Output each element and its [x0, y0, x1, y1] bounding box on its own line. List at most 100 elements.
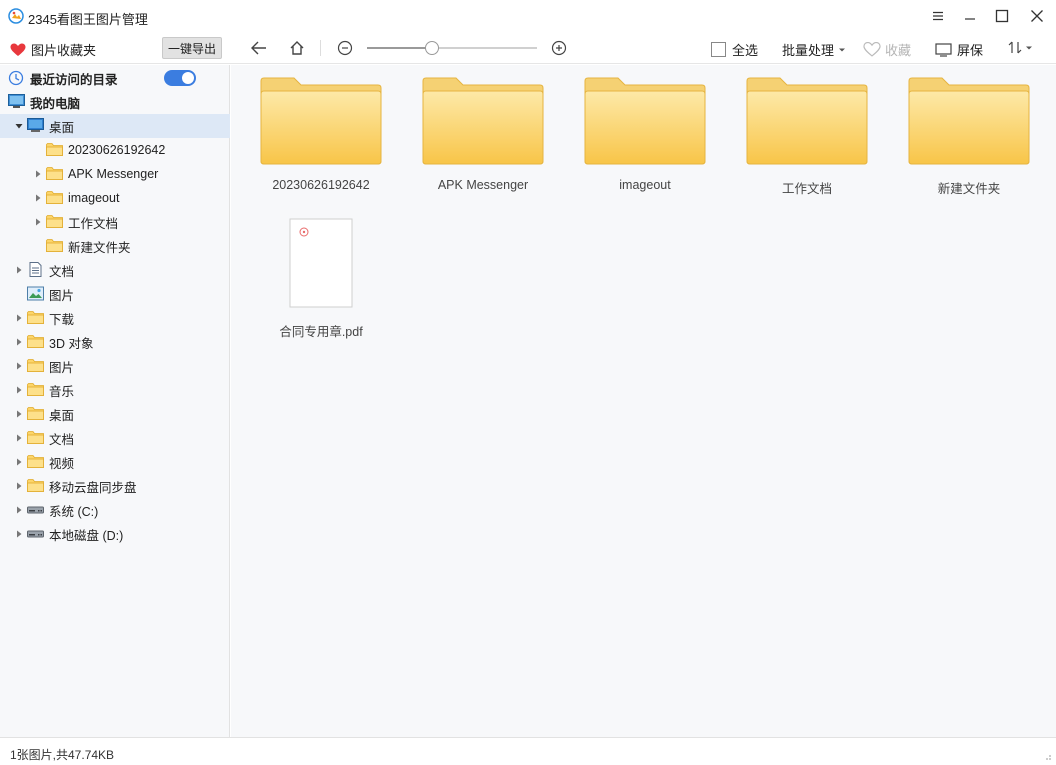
- folder-item[interactable]: 20230626192642: [251, 65, 391, 195]
- zoom-slider[interactable]: [367, 41, 537, 55]
- sidebar-item[interactable]: 桌面: [0, 114, 230, 138]
- folder-icon: [46, 214, 63, 229]
- sidebar-item[interactable]: 3D 对象: [0, 330, 230, 354]
- large-folder-icon: [737, 65, 877, 165]
- collect-label: 收藏: [885, 43, 912, 58]
- select-all-label: 全选: [732, 43, 759, 58]
- menu-button[interactable]: [921, 0, 955, 32]
- drive-icon: [27, 526, 44, 541]
- export-button[interactable]: 一键导出: [162, 37, 222, 59]
- caret-collapsed-icon[interactable]: [15, 434, 23, 442]
- sidebar-item-label: 音乐: [49, 384, 75, 399]
- maximize-button[interactable]: [985, 0, 1019, 32]
- caret-collapsed-icon[interactable]: [34, 170, 42, 178]
- sidebar-item[interactable]: imageout: [0, 186, 230, 210]
- sidebar-item[interactable]: 文档: [0, 426, 230, 450]
- close-button[interactable]: [1020, 0, 1054, 32]
- favorites-label: 图片收藏夹: [31, 43, 97, 58]
- sidebar-item[interactable]: 下载: [0, 306, 230, 330]
- up-button[interactable]: [286, 38, 308, 58]
- sidebar-item-label: 移动云盘同步盘: [49, 480, 137, 495]
- back-button[interactable]: [248, 38, 270, 58]
- checkbox-box[interactable]: [711, 42, 726, 57]
- sidebar-item[interactable]: 移动云盘同步盘: [0, 474, 230, 498]
- sidebar-item[interactable]: 工作文档: [0, 210, 230, 234]
- zoom-slider-thumb[interactable]: [424, 41, 439, 55]
- recent-directories[interactable]: 最近访问的目录: [0, 66, 230, 90]
- sidebar-item[interactable]: 视频: [0, 450, 230, 474]
- sidebar-item-label: 下载: [49, 312, 75, 327]
- sidebar-item[interactable]: 桌面: [0, 402, 230, 426]
- sidebar-item[interactable]: 文档: [0, 258, 230, 282]
- item-name: imageout: [619, 178, 671, 192]
- sidebar-item-label: 文档: [49, 432, 75, 447]
- clock-icon: [8, 70, 24, 86]
- batch-process-label: 批量处理: [782, 43, 835, 58]
- zoom-slider-fill: [367, 47, 432, 49]
- caret-collapsed-icon[interactable]: [15, 410, 23, 418]
- sidebar-item-label: 文档: [49, 264, 75, 279]
- heart-icon: [10, 43, 26, 56]
- recent-toggle[interactable]: [164, 70, 196, 86]
- batch-process-dropdown[interactable]: 批量处理: [782, 40, 846, 59]
- caret-collapsed-icon[interactable]: [15, 386, 23, 394]
- caret-down-icon: [839, 48, 846, 51]
- zoom-in-button[interactable]: [548, 38, 570, 58]
- file-item[interactable]: 合同专用章.pdf: [251, 208, 391, 339]
- folder-icon: [27, 334, 44, 349]
- computer-icon: [8, 94, 25, 108]
- sidebar-item[interactable]: 图片: [0, 282, 230, 306]
- favorites-button[interactable]: 图片收藏夹: [10, 40, 96, 59]
- sidebar-item[interactable]: 音乐: [0, 378, 230, 402]
- caret-expanded-icon[interactable]: [15, 122, 23, 130]
- caret-collapsed-icon[interactable]: [15, 458, 23, 466]
- caret-collapsed-icon[interactable]: [15, 530, 23, 538]
- caret-collapsed-icon[interactable]: [15, 338, 23, 346]
- caret-collapsed-icon[interactable]: [34, 194, 42, 202]
- sidebar-item-label: 工作文档: [68, 216, 119, 231]
- caret-collapsed-icon[interactable]: [15, 362, 23, 370]
- recent-directories-label: 最近访问的目录: [30, 72, 118, 87]
- folder-icon: [27, 478, 44, 493]
- sidebar-item[interactable]: 图片: [0, 354, 230, 378]
- sidebar-item[interactable]: 20230626192642: [0, 138, 230, 162]
- desktop-icon: [27, 118, 44, 133]
- caret-collapsed-icon[interactable]: [34, 218, 42, 226]
- caret-collapsed-icon[interactable]: [15, 482, 23, 490]
- item-name: APK Messenger: [437, 178, 529, 192]
- sidebar-item-label: 图片: [49, 288, 75, 303]
- sidebar-item[interactable]: 新建文件夹: [0, 234, 230, 258]
- large-folder-icon: [251, 65, 391, 165]
- folder-icon: [46, 166, 63, 181]
- caret-collapsed-icon[interactable]: [15, 314, 23, 322]
- picture-icon: [27, 286, 44, 301]
- sidebar-item-label: 系统 (C:): [49, 504, 99, 519]
- folder-item[interactable]: 工作文档: [737, 65, 877, 196]
- folder-item[interactable]: APK Messenger: [413, 65, 553, 195]
- select-all-checkbox[interactable]: 全选: [711, 40, 758, 59]
- collect-button[interactable]: 收藏: [863, 40, 911, 59]
- resize-grip-icon[interactable]: [1042, 751, 1052, 761]
- item-name: 工作文档: [781, 182, 832, 196]
- screensaver-button[interactable]: 屏保: [935, 40, 983, 59]
- caret-collapsed-icon[interactable]: [15, 266, 23, 274]
- app-logo-icon: [8, 8, 24, 24]
- folder-item[interactable]: imageout: [575, 65, 715, 195]
- sidebar-item[interactable]: APK Messenger: [0, 162, 230, 186]
- close-icon: [1031, 10, 1043, 22]
- folder-item[interactable]: 新建文件夹: [899, 65, 1039, 196]
- folder-icon: [46, 142, 63, 157]
- zoom-out-button[interactable]: [334, 38, 356, 58]
- app-title: 2345看图王图片管理: [28, 12, 148, 27]
- folder-icon: [27, 406, 44, 421]
- sort-dropdown[interactable]: [1008, 40, 1033, 55]
- my-computer[interactable]: 我的电脑: [0, 90, 230, 114]
- sidebar-item-label: 桌面: [49, 408, 75, 423]
- caret-collapsed-icon[interactable]: [15, 506, 23, 514]
- sidebar-item[interactable]: 本地磁盘 (D:): [0, 522, 230, 546]
- folder-icon: [46, 238, 63, 253]
- home-up-icon: [290, 41, 304, 55]
- minimize-button[interactable]: [953, 0, 987, 32]
- sidebar-item-label: 新建文件夹: [68, 240, 131, 255]
- sidebar-item[interactable]: 系统 (C:): [0, 498, 230, 522]
